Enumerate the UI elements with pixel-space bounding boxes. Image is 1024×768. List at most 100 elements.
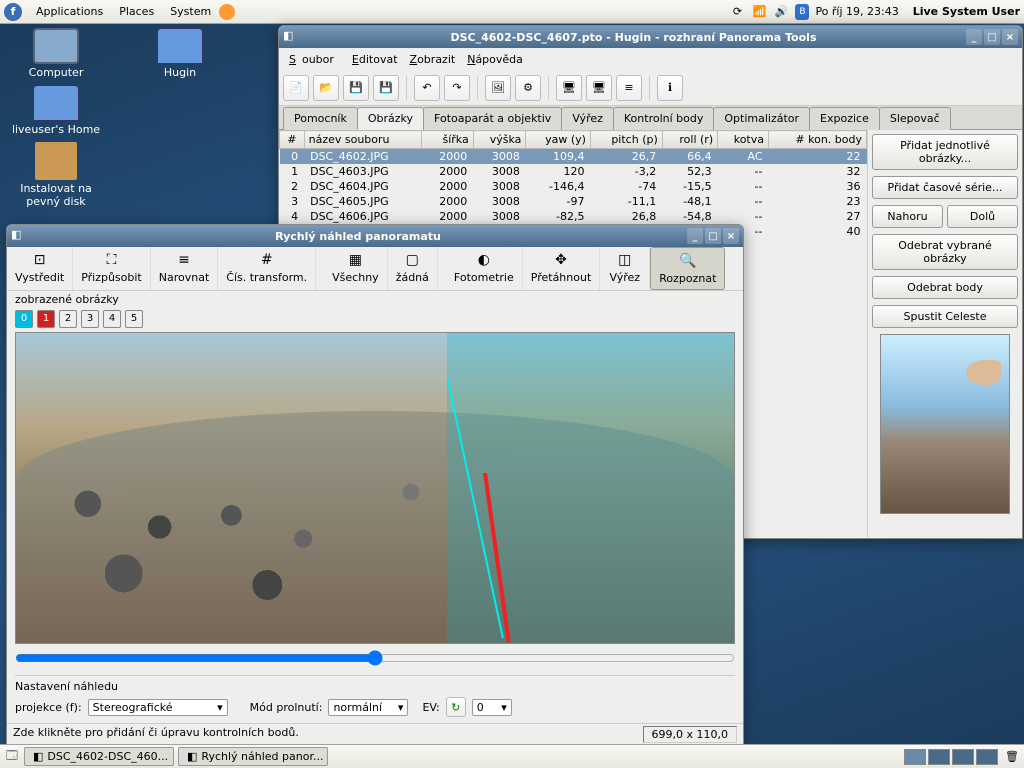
add-timeseries-button[interactable]: Přidat časové série... <box>872 176 1018 199</box>
minimize-button[interactable]: _ <box>966 29 982 45</box>
workspace-3[interactable] <box>952 749 974 765</box>
list-button[interactable]: ≡ <box>616 75 642 101</box>
col-pitch[interactable]: pitch (p) <box>590 131 662 149</box>
col-roll[interactable]: roll (r) <box>662 131 717 149</box>
firefox-icon[interactable] <box>219 4 235 20</box>
col-width[interactable]: šířka <box>421 131 473 149</box>
menu-places[interactable]: Places <box>111 5 162 18</box>
bluetooth-icon[interactable]: B <box>795 4 809 20</box>
img-toggle-1[interactable]: 1 <box>37 310 55 328</box>
close-button[interactable]: × <box>723 228 739 244</box>
hugin-titlebar[interactable]: ◧ DSC_4602-DSC_4607.pto - Hugin - rozhra… <box>279 26 1022 48</box>
workspace-4[interactable] <box>976 749 998 765</box>
img-toggle-5[interactable]: 5 <box>125 310 143 328</box>
taskbar-preview[interactable]: ◧Rychlý náhled panor... <box>178 747 328 766</box>
glpreview-button[interactable]: 🖥 <box>586 75 612 101</box>
undo-button[interactable]: ↶ <box>414 75 440 101</box>
menu-applications[interactable]: Applications <box>28 5 111 18</box>
remove-points-button[interactable]: Odebrat body <box>872 276 1018 299</box>
drag-button[interactable]: ✥Přetáhnout <box>523 247 601 290</box>
new-button[interactable]: 📄 <box>283 75 309 101</box>
move-down-button[interactable]: Dolů <box>947 205 1018 228</box>
table-row[interactable]: 0DSC_4602.JPG20003008109,426,766,4AC22 <box>280 149 867 165</box>
menu-napoveda[interactable]: Nápověda <box>461 53 529 66</box>
projection-select[interactable]: Stereografické▾ <box>88 699 228 716</box>
about-button[interactable]: ℹ <box>657 75 683 101</box>
tab-fotoaparat[interactable]: Fotoaparát a objektiv <box>423 107 562 130</box>
taskbar-hugin[interactable]: ◧DSC_4602-DSC_460... <box>24 747 174 766</box>
desktop-home[interactable]: liveuser's Home <box>6 85 106 136</box>
trash-icon[interactable]: 🗑 <box>1004 749 1020 765</box>
img-toggle-3[interactable]: 3 <box>81 310 99 328</box>
redo-button[interactable]: ↷ <box>444 75 470 101</box>
fit-button[interactable]: ⛶Přizpůsobit <box>73 247 151 290</box>
col-name[interactable]: název souboru <box>304 131 421 149</box>
maximize-button[interactable]: □ <box>984 29 1000 45</box>
col-height[interactable]: výška <box>473 131 526 149</box>
show-none-button[interactable]: ▢žádná <box>388 247 438 290</box>
close-button[interactable]: × <box>1002 29 1018 45</box>
update-icon[interactable]: ⟳ <box>729 4 745 20</box>
crop-button[interactable]: ◫Výřez <box>600 247 650 290</box>
tab-optimalizator[interactable]: Optimalizátor <box>713 107 810 130</box>
col-yaw[interactable]: yaw (y) <box>526 131 591 149</box>
center-button[interactable]: ⊡Vystředit <box>7 247 73 290</box>
desktop-install[interactable]: Instalovat na pevný disk <box>6 142 106 208</box>
tab-obrazky[interactable]: Obrázky <box>357 107 424 130</box>
workspace-switcher[interactable]: 🗑 <box>904 749 1020 765</box>
add-images-button[interactable]: Přidat jednotlivé obrázky... <box>872 134 1018 170</box>
img-toggle-2[interactable]: 2 <box>59 310 77 328</box>
col-points[interactable]: # kon. body <box>769 131 867 149</box>
maximize-button[interactable]: □ <box>705 228 721 244</box>
workspace-2[interactable] <box>928 749 950 765</box>
move-up-button[interactable]: Nahoru <box>872 205 943 228</box>
volume-icon[interactable]: 🔊 <box>773 4 789 20</box>
menu-zobrazit[interactable]: Zobrazit <box>404 53 462 66</box>
remove-images-button[interactable]: Odebrat vybrané obrázky <box>872 234 1018 270</box>
network-icon[interactable]: 📶 <box>751 4 767 20</box>
user-menu[interactable]: Live System User <box>913 5 1020 18</box>
addimage-button[interactable]: 🖼 <box>485 75 511 101</box>
fedora-icon[interactable]: f <box>4 3 22 21</box>
show-all-button[interactable]: ▦Všechny <box>324 247 388 290</box>
run-celeste-button[interactable]: Spustit Celeste <box>872 305 1018 328</box>
desktop-hugin[interactable]: Hugin <box>130 28 230 79</box>
preview-canvas[interactable] <box>15 332 735 644</box>
tab-vyrez[interactable]: Výřez <box>561 107 614 130</box>
tab-body[interactable]: Kontrolní body <box>613 107 714 130</box>
preview-titlebar[interactable]: ◧ Rychlý náhled panoramatu _ □ × <box>7 225 743 247</box>
workspace-1[interactable] <box>904 749 926 765</box>
optimize-button[interactable]: ⚙ <box>515 75 541 101</box>
minimize-button[interactable]: _ <box>687 228 703 244</box>
tab-expozice[interactable]: Expozice <box>809 107 880 130</box>
tab-slepovac[interactable]: Slepovač <box>879 107 951 130</box>
image-table[interactable]: # název souboru šířka výška yaw (y) pitc… <box>279 130 867 239</box>
menu-system[interactable]: System <box>162 5 219 18</box>
img-toggle-0[interactable]: 0 <box>15 310 33 328</box>
save-button[interactable]: 💾 <box>343 75 369 101</box>
blend-select[interactable]: normální▾ <box>328 699 408 716</box>
open-button[interactable]: 📂 <box>313 75 339 101</box>
table-row[interactable]: 4DSC_4606.JPG20003008-82,526,8-54,8--27 <box>280 209 867 224</box>
photometrics-button[interactable]: ◐Fotometrie <box>446 247 523 290</box>
clock[interactable]: Po říj 19, 23:43 <box>815 5 898 18</box>
col-num[interactable]: # <box>280 131 305 149</box>
desktop-computer[interactable]: Computer <box>6 28 106 79</box>
table-row[interactable]: 3DSC_4605.JPG20003008-97-11,1-48,1--23 <box>280 194 867 209</box>
preview-button[interactable]: 🖥 <box>556 75 582 101</box>
ev-spinner[interactable]: 0▾ <box>472 699 512 716</box>
straighten-button[interactable]: ≡Narovnat <box>151 247 219 290</box>
table-row[interactable]: 2DSC_4604.JPG20003008-146,4-74-15,5--36 <box>280 179 867 194</box>
hfov-slider[interactable] <box>15 650 735 669</box>
tab-pomocnik[interactable]: Pomocník <box>283 107 358 130</box>
col-anchor[interactable]: kotva <box>718 131 769 149</box>
ev-reset-button[interactable]: ↻ <box>446 697 466 717</box>
identify-button[interactable]: 🔍Rozpoznat <box>650 247 725 290</box>
menu-editovat[interactable]: Editovat <box>346 53 404 66</box>
saveas-button[interactable]: 💾 <box>373 75 399 101</box>
table-row[interactable]: 1DSC_4603.JPG20003008120-3,252,3--32 <box>280 164 867 179</box>
show-desktop-icon[interactable]: 🗔 <box>4 749 20 765</box>
numtransform-button[interactable]: #Čís. transform. <box>218 247 316 290</box>
menu-soubor[interactable]: Soubor <box>283 53 346 66</box>
img-toggle-4[interactable]: 4 <box>103 310 121 328</box>
